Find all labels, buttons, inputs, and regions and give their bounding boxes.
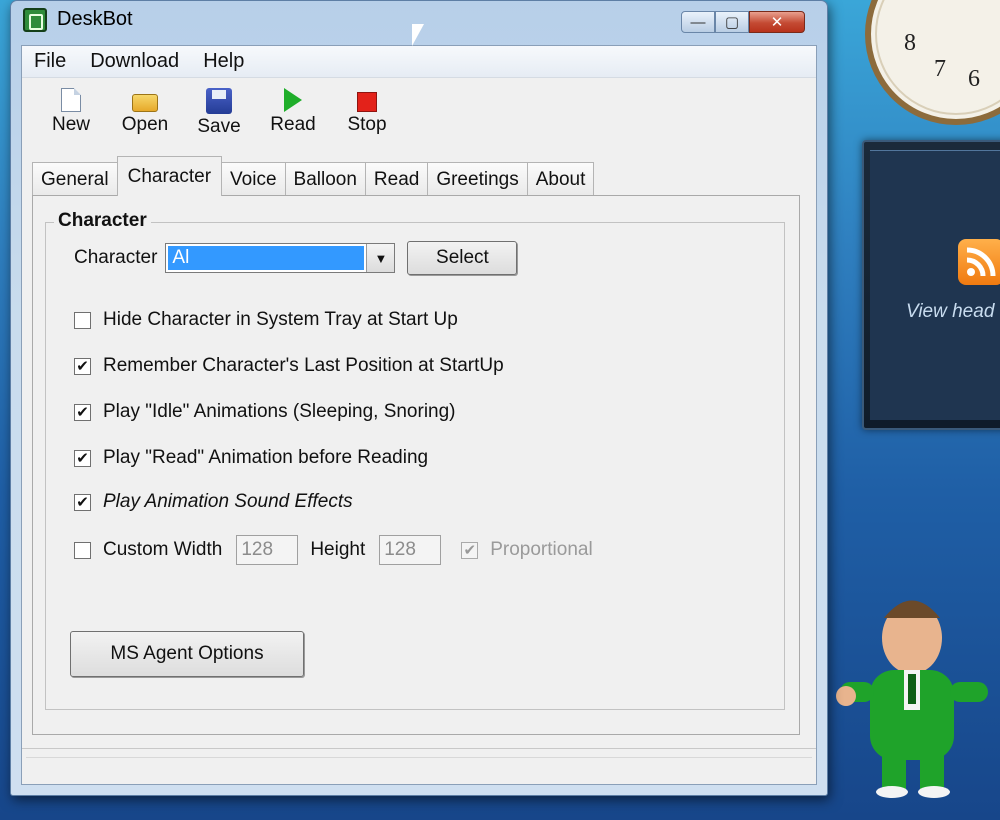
agent-character-figure[interactable]	[832, 578, 992, 798]
status-pane	[26, 757, 812, 779]
new-document-icon	[61, 88, 81, 112]
custom-width-label: Custom Width	[103, 539, 223, 560]
toolbar: New Open Save Read Stop	[34, 84, 404, 144]
rss-gadget[interactable]: View head	[862, 140, 1000, 430]
idle-animations-label: Play "Idle" Animations (Sleeping, Snorin…	[103, 401, 456, 422]
read-animation-label: Play "Read" Animation before Reading	[103, 447, 429, 468]
height-label: Height	[310, 539, 366, 560]
window-client-area: File Download Help New Open Save Read St…	[21, 45, 817, 785]
custom-width-input[interactable]: 128	[236, 535, 299, 565]
character-group-title: Character	[54, 210, 151, 232]
option-row-remember-position: ✔ Remember Character's Last Position at …	[74, 355, 504, 377]
save-button-label: Save	[197, 116, 241, 137]
custom-width-checkbox[interactable]	[74, 541, 91, 559]
read-button[interactable]: Read	[256, 84, 330, 144]
stop-button[interactable]: Stop	[330, 84, 404, 144]
height-input[interactable]: 128	[379, 535, 442, 565]
character-groupbox: Character Character Al ▼ Select Hide Cha…	[45, 210, 785, 710]
tab-voice[interactable]: Voice	[221, 162, 286, 196]
character-dropdown[interactable]: Al ▼	[165, 243, 396, 273]
mouse-cursor-icon	[412, 24, 424, 46]
status-bar	[22, 748, 816, 784]
stop-button-label: Stop	[347, 114, 387, 135]
proportional-label: Proportional	[490, 539, 593, 560]
proportional-checkbox[interactable]: ✔	[461, 541, 479, 559]
deskbot-app-icon[interactable]	[23, 8, 47, 32]
open-button-label: Open	[121, 114, 169, 135]
chevron-down-icon[interactable]: ▼	[366, 244, 395, 272]
character-dropdown-value: Al	[168, 246, 365, 270]
clock-number-7: 7	[934, 56, 946, 82]
read-button-label: Read	[270, 114, 316, 135]
tab-balloon[interactable]: Balloon	[284, 162, 366, 196]
ms-agent-options-button[interactable]: MS Agent Options	[70, 631, 304, 677]
menu-help[interactable]: Help	[191, 50, 256, 73]
option-row-sound-effects: ✔ Play Animation Sound Effects	[74, 491, 353, 513]
hide-tray-checkbox[interactable]	[74, 311, 91, 329]
window-title: DeskBot	[57, 8, 133, 30]
tab-read[interactable]: Read	[364, 162, 429, 196]
minimize-button[interactable]: —	[681, 11, 715, 33]
idle-animations-checkbox[interactable]: ✔	[74, 403, 91, 421]
rss-view-headlines-link[interactable]: View head	[906, 301, 994, 323]
remember-position-label: Remember Character's Last Position at St…	[103, 355, 504, 376]
clock-number-6: 6	[968, 66, 980, 92]
menu-file[interactable]: File	[22, 50, 78, 73]
hide-tray-label: Hide Character in System Tray at Start U…	[103, 309, 458, 330]
desktop: 8 7 6 View head DeskBot — ▢ ✕ File Downl…	[0, 0, 1000, 820]
tab-general[interactable]: General	[32, 162, 118, 196]
sound-effects-label: Play Animation Sound Effects	[103, 491, 353, 512]
rss-icon	[958, 239, 1000, 285]
select-button[interactable]: Select	[407, 241, 518, 275]
option-row-hide-tray: Hide Character in System Tray at Start U…	[74, 309, 458, 331]
caption-buttons: — ▢ ✕	[681, 11, 805, 33]
rss-panel: View head	[870, 150, 1000, 420]
read-animation-checkbox[interactable]: ✔	[74, 449, 91, 467]
remember-position-checkbox[interactable]: ✔	[74, 357, 91, 375]
clock-gadget[interactable]: 8 7 6	[858, 0, 1000, 130]
character-label: Character	[74, 247, 158, 268]
save-disk-icon	[206, 88, 232, 114]
tab-strip: General Character Voice Balloon Read Gre…	[32, 156, 595, 196]
clock-number-8: 8	[904, 30, 916, 56]
new-button-label: New	[51, 114, 90, 135]
open-folder-icon	[132, 94, 158, 112]
open-button[interactable]: Open	[108, 84, 182, 144]
tab-about[interactable]: About	[526, 162, 595, 196]
tab-character[interactable]: Character	[116, 156, 223, 196]
custom-size-row: Custom Width 128 Height 128 ✔ Proportion…	[74, 535, 593, 565]
play-icon	[284, 88, 302, 112]
close-button[interactable]: ✕	[749, 11, 805, 33]
save-button[interactable]: Save	[182, 84, 256, 144]
character-tab-panel: Character Character Al ▼ Select Hide Cha…	[32, 195, 800, 735]
menu-download[interactable]: Download	[78, 50, 191, 73]
menu-bar: File Download Help	[22, 46, 816, 78]
maximize-button[interactable]: ▢	[715, 11, 749, 33]
option-row-read-animation: ✔ Play "Read" Animation before Reading	[74, 447, 428, 469]
new-button[interactable]: New	[34, 84, 108, 144]
tab-greetings[interactable]: Greetings	[427, 162, 528, 196]
option-row-idle-animations: ✔ Play "Idle" Animations (Sleeping, Snor…	[74, 401, 456, 423]
sound-effects-checkbox[interactable]: ✔	[74, 493, 91, 511]
stop-icon	[357, 92, 377, 112]
deskbot-window: DeskBot — ▢ ✕ File Download Help New Ope…	[10, 0, 828, 796]
character-select-row: Character Al ▼ Select	[74, 241, 518, 275]
